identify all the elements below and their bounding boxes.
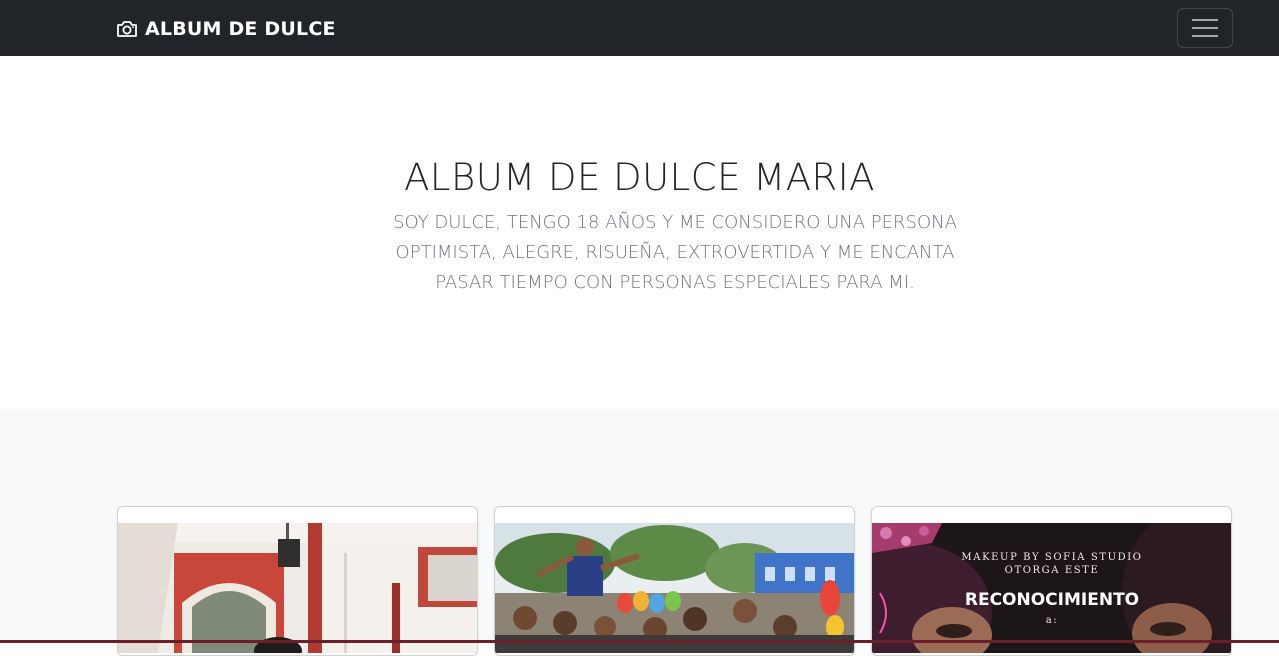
certificate-line-2: OTORGA ESTE: [1005, 565, 1100, 576]
hero-lead: SOY DULCE, TENGO 18 AÑOS Y ME CONSIDERO …: [393, 212, 957, 293]
certificate-title: RECONOCIMIENTO: [965, 590, 1139, 610]
navbar: ALBUM DE DULCE: [0, 0, 1279, 56]
group-celebration-photo: [495, 523, 854, 653]
hero-section: ALBUM DE DULCE MARIA SOY DULCE, TENGO 18…: [0, 56, 1279, 409]
certificate-line-1: MAKEUP BY SOFIA STUDIO: [961, 552, 1142, 563]
hamburger-menu-icon: [1192, 19, 1218, 37]
menu-toggle-button[interactable]: [1177, 8, 1233, 48]
navbar-brand[interactable]: ALBUM DE DULCE: [116, 15, 336, 43]
makeup-certificate-photo: MAKEUP BY SOFIA STUDIO OTORGA ESTE RECON…: [872, 523, 1231, 653]
brand-text: ALBUM DE DULCE: [145, 18, 336, 40]
page-title: ALBUM DE DULCE MARIA: [404, 156, 875, 199]
album-card: [117, 506, 478, 656]
album-card: MAKEUP BY SOFIA STUDIO OTORGA ESTE RECON…: [871, 506, 1232, 656]
album-section: MAKEUP BY SOFIA STUDIO OTORGA ESTE RECON…: [0, 409, 1279, 656]
party-hall-photo: [118, 523, 477, 653]
certificate-line-3: a:: [1046, 615, 1059, 626]
album-card: [494, 506, 855, 656]
camera-icon: [116, 19, 138, 39]
